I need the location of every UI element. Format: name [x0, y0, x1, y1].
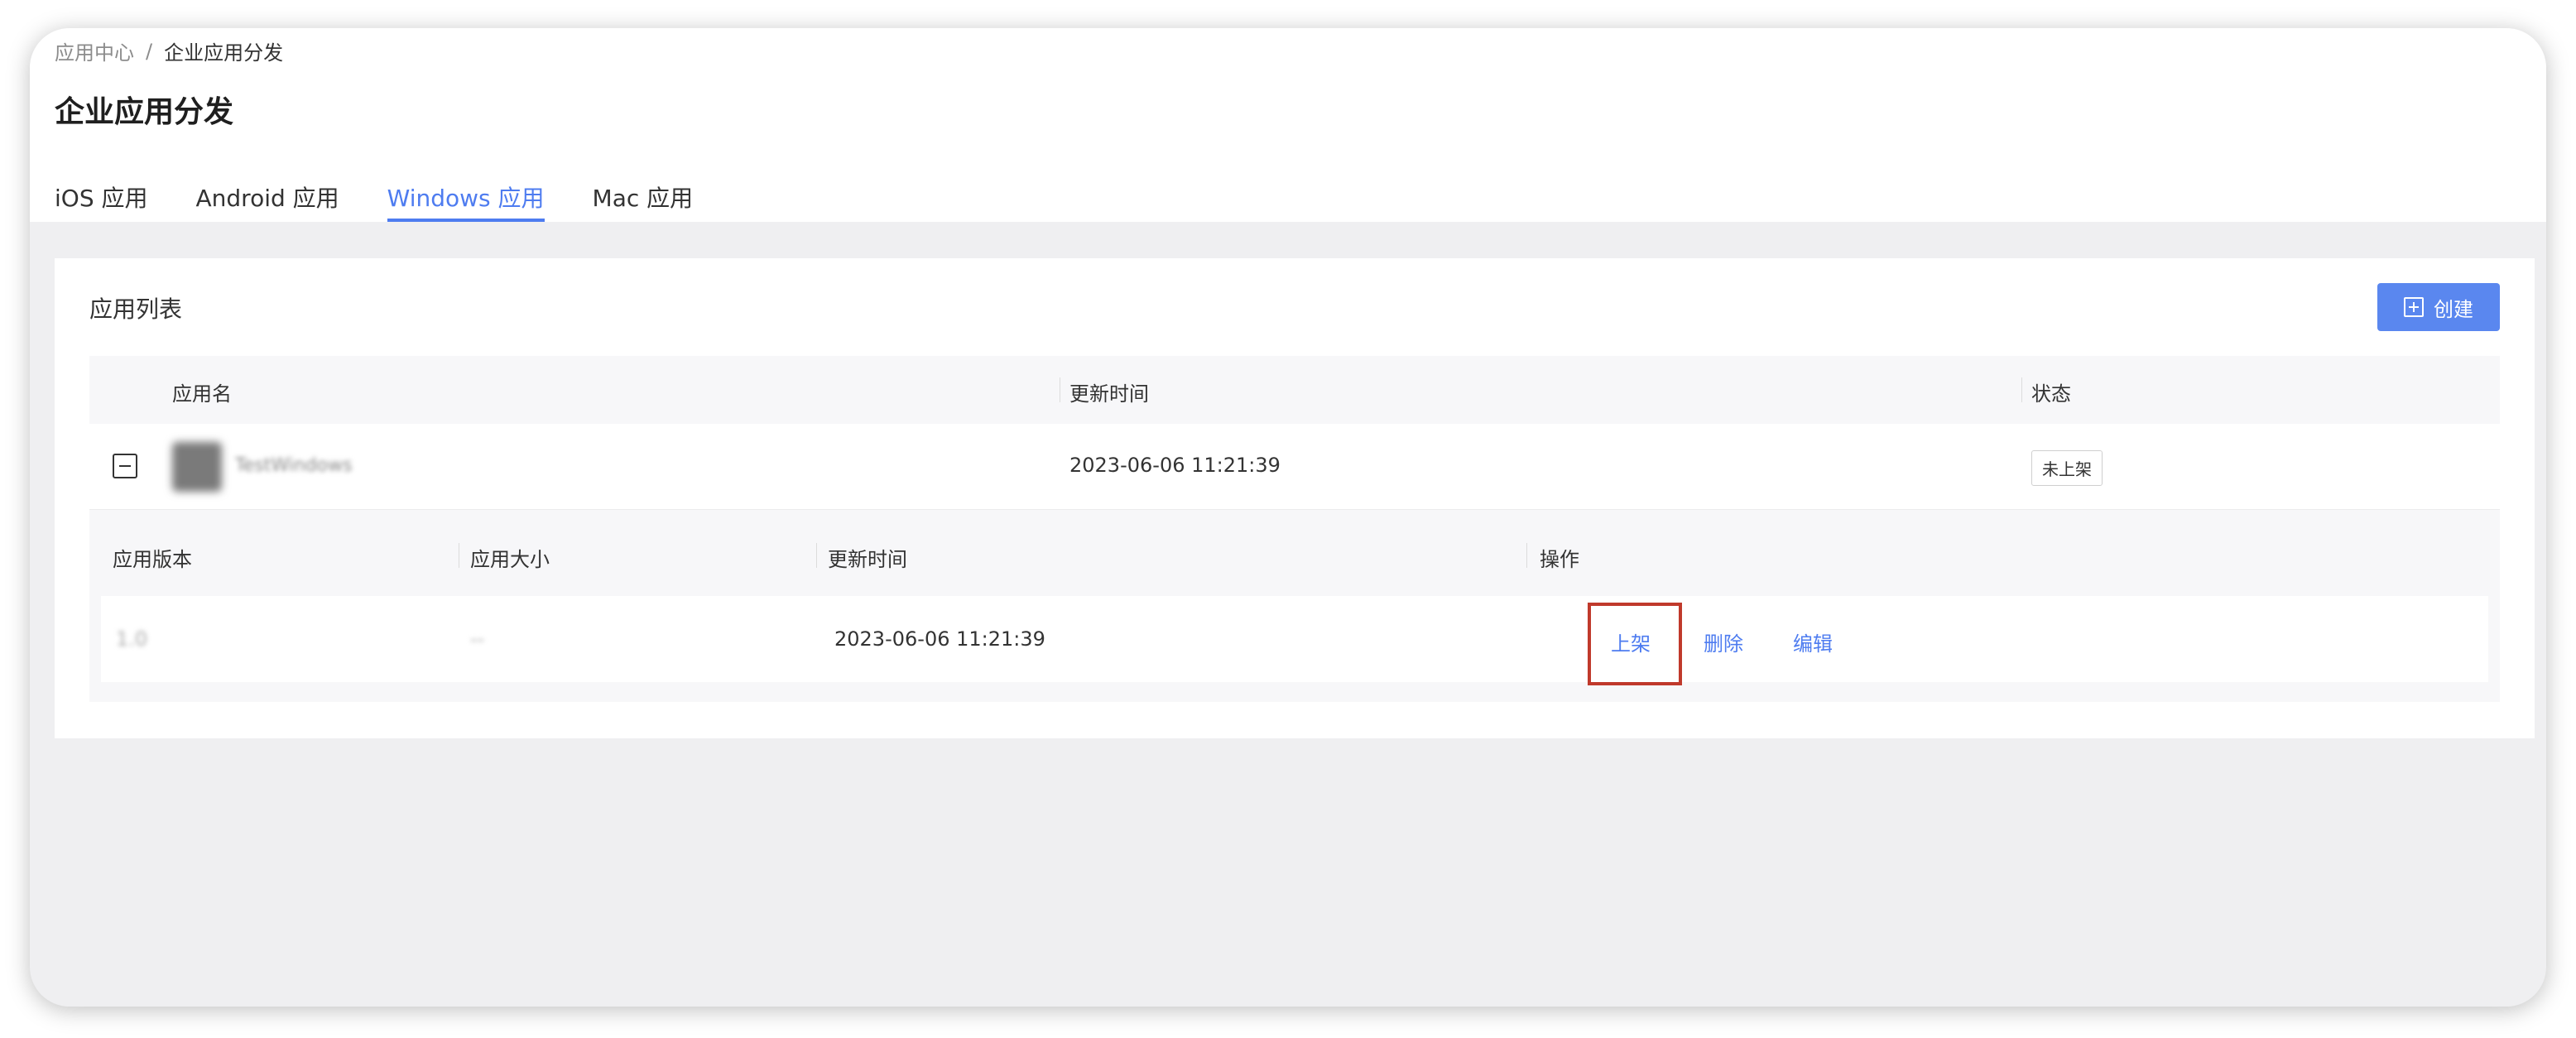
app-window: 应用中心 / 企业应用分发 企业应用分发 iOS 应用 Android 应用 W… — [30, 28, 2546, 1007]
create-button-label: 创建 — [2434, 297, 2473, 321]
app-list-panel: 应用列表 创建 应用名 更新时间 状态 TestWindows 2023-06-… — [55, 258, 2535, 738]
column-header-actions: 操作 — [1540, 548, 1579, 571]
tab-android[interactable]: Android 应用 — [196, 174, 339, 222]
column-header-sub-update-time: 更新时间 — [828, 548, 907, 571]
breadcrumb-current: 企业应用分发 — [164, 41, 284, 65]
app-table: 应用名 更新时间 状态 TestWindows 2023-06-06 11:21… — [89, 356, 2500, 702]
table-header: 应用名 更新时间 状态 — [89, 356, 2500, 424]
version-update-time: 2023-06-06 11:21:39 — [834, 627, 1045, 651]
version-row: 1.0 -- 2023-06-06 11:21:39 上架 删除 编辑 — [101, 596, 2488, 685]
column-divider — [1526, 543, 1527, 568]
plus-square-icon — [2404, 297, 2424, 317]
top-header: 应用中心 / 企业应用分发 企业应用分发 iOS 应用 Android 应用 W… — [30, 28, 2546, 222]
tab-ios[interactable]: iOS 应用 — [55, 174, 148, 222]
subtable-header: 应用版本 应用大小 更新时间 操作 — [89, 510, 2500, 596]
delete-link[interactable]: 删除 — [1704, 627, 1743, 656]
table-row: TestWindows 2023-06-06 11:21:39 未上架 — [89, 424, 2500, 510]
tab-windows[interactable]: Windows 应用 — [387, 174, 545, 222]
create-button[interactable]: 创建 — [2377, 283, 2500, 331]
tab-mac[interactable]: Mac 应用 — [593, 174, 694, 222]
edit-link[interactable]: 编辑 — [1793, 627, 1833, 656]
app-name: TestWindows — [235, 455, 353, 476]
column-header-app-name: 应用名 — [172, 382, 232, 406]
column-divider — [2021, 377, 2022, 402]
column-header-status: 状态 — [2031, 382, 2071, 406]
app-logo — [172, 442, 222, 492]
breadcrumb-separator: / — [146, 39, 153, 63]
status-badge: 未上架 — [2031, 450, 2103, 486]
column-divider — [816, 543, 817, 568]
row-update-time: 2023-06-06 11:21:39 — [1069, 454, 1281, 477]
breadcrumb-parent[interactable]: 应用中心 — [55, 36, 134, 65]
column-header-update-time: 更新时间 — [1069, 382, 1149, 406]
column-header-version: 应用版本 — [113, 548, 192, 571]
version-subtable: 应用版本 应用大小 更新时间 操作 1.0 -- 2023-06-06 11:2… — [89, 510, 2500, 702]
panel-title: 应用列表 — [89, 296, 183, 323]
column-header-size: 应用大小 — [470, 548, 550, 571]
publish-link[interactable]: 上架 — [1611, 627, 1651, 656]
page-title: 企业应用分发 — [55, 95, 234, 129]
version-value: 1.0 — [116, 627, 148, 651]
collapse-icon[interactable] — [113, 454, 137, 478]
size-value: -- — [470, 627, 485, 651]
platform-tabs: iOS 应用 Android 应用 Windows 应用 Mac 应用 — [55, 174, 693, 222]
breadcrumb: 应用中心 / 企业应用分发 — [55, 36, 283, 65]
